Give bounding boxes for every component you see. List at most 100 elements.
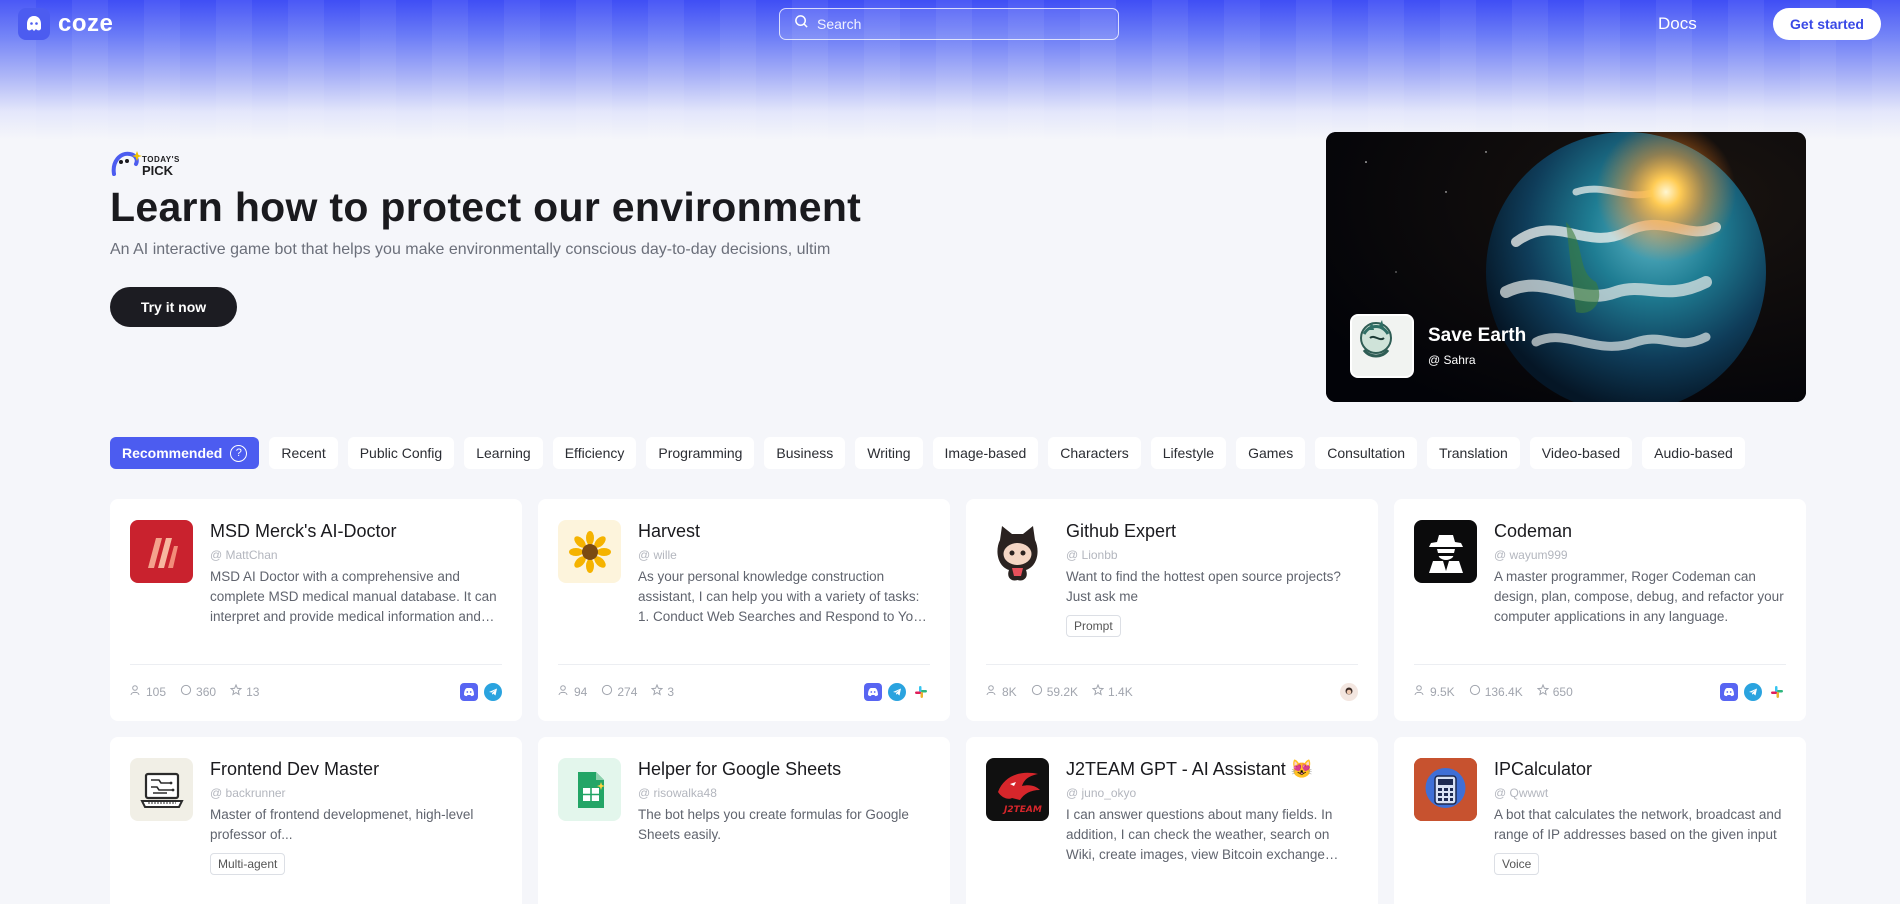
j2team-logo-icon: J2TEAM (986, 758, 1049, 821)
users-icon (986, 684, 998, 699)
messages-count: 274 (617, 684, 638, 699)
chat-bubble-icon (1469, 684, 1481, 699)
discord-icon (864, 682, 882, 701)
tab-programming[interactable]: Programming (646, 437, 755, 469)
slack-icon (1768, 683, 1786, 701)
bot-title: IPCalculator (1494, 759, 1593, 779)
users-stat: 94 (558, 684, 587, 699)
codeman-icon (1414, 520, 1477, 583)
tab-label: Recommended (122, 445, 223, 461)
tab-public-config[interactable]: Public Config (347, 437, 455, 469)
featured-bot-card[interactable]: Save Earth @ Sahra (1326, 132, 1806, 402)
msd-doctor-icon (130, 520, 193, 583)
category-tabs: Recommended ? Recent Public Config Learn… (110, 437, 1745, 469)
star-icon (651, 683, 664, 699)
bot-description: A master programmer, Roger Codeman can d… (1494, 569, 1784, 624)
bot-card[interactable]: IPCalculator @ Qwwwt A bot that calculat… (1394, 737, 1806, 904)
user-avatar-icon (1340, 682, 1358, 701)
messages-count: 360 (196, 684, 217, 699)
bot-card[interactable]: J2TEAM J2TEAM GPT - AI Assistant 😻 @ jun… (966, 737, 1378, 904)
tab-video-based[interactable]: Video-based (1529, 437, 1633, 469)
badge-big-label: PICK (142, 162, 174, 178)
tab-audio-based[interactable]: Audio-based (1642, 437, 1745, 469)
help-icon[interactable]: ? (230, 444, 248, 462)
tab-recommended[interactable]: Recommended ? (110, 437, 260, 469)
favorites-count: 13 (246, 684, 260, 699)
bot-author: @ backrunner (210, 786, 286, 800)
bot-title: Github Expert (1066, 521, 1177, 541)
docs-link[interactable]: Docs (1658, 14, 1697, 34)
tab-lifestyle[interactable]: Lifestyle (1150, 437, 1227, 469)
try-it-now-button[interactable]: Try it now (110, 287, 237, 327)
google-sheets-icon (558, 758, 621, 821)
bot-card-grid: MSD Merck's AI-Doctor @ MattChan MSD AI … (110, 499, 1806, 904)
messages-stat: 59.2K (1031, 684, 1078, 699)
tab-recent[interactable]: Recent (269, 437, 338, 469)
discord-icon (1720, 682, 1738, 701)
bot-card[interactable]: Codeman @ wayum999 A master programmer, … (1394, 499, 1806, 721)
tab-consultation[interactable]: Consultation (1315, 437, 1418, 469)
featured-bot-name: Save Earth (1428, 325, 1527, 346)
coze-logo[interactable]: coze (18, 8, 113, 40)
users-icon (130, 684, 142, 699)
tab-business[interactable]: Business (764, 437, 846, 469)
card-footer: 94 274 3 (558, 664, 930, 712)
search-input[interactable] (817, 16, 1097, 32)
bot-card[interactable]: Helper for Google Sheets @ risowalka48 T… (538, 737, 950, 904)
messages-count: 136.4K (1484, 684, 1523, 699)
bot-title: Codeman (1494, 521, 1573, 541)
bot-card[interactable]: Harvest @ wille As your personal knowled… (538, 499, 950, 721)
card-footer: 8K 59.2K 1.4K (986, 664, 1358, 712)
featured-bot-author: @ Sahra (1428, 353, 1476, 367)
tab-writing[interactable]: Writing (855, 437, 923, 469)
bot-title: Helper for Google Sheets (638, 759, 842, 779)
favorites-stat: 650 (1536, 683, 1573, 699)
todays-pick-hero: TODAY'S PICK Learn how to protect our en… (110, 148, 1330, 327)
todays-pick-icon (111, 151, 142, 176)
bot-tag: Prompt (1066, 615, 1121, 637)
favorites-count: 1.4K (1108, 684, 1133, 699)
sunflower-icon (558, 520, 621, 583)
users-count: 94 (574, 684, 588, 699)
messages-stat: 274 (601, 684, 637, 699)
tab-characters[interactable]: Characters (1048, 437, 1141, 469)
telegram-icon (888, 682, 906, 701)
bot-card[interactable]: Github Expert @ Lionbb Want to find the … (966, 499, 1378, 721)
tab-translation[interactable]: Translation (1427, 437, 1520, 469)
bot-author: @ risowalka48 (638, 786, 717, 800)
users-stat: 8K (986, 684, 1017, 699)
chat-bubble-icon (1031, 684, 1043, 699)
github-octocat-icon (986, 520, 1049, 583)
coze-logo-icon (18, 8, 50, 40)
bot-author: @ Lionbb (1066, 548, 1118, 562)
brand-name: coze (58, 10, 114, 37)
tab-efficiency[interactable]: Efficiency (552, 437, 637, 469)
bot-author: @ juno_okyo (1066, 786, 1137, 800)
favorites-stat: 1.4K (1091, 683, 1133, 699)
todays-pick-badge: TODAY'S PICK (110, 148, 1330, 178)
bot-card[interactable]: MSD Merck's AI-Doctor @ MattChan MSD AI … (110, 499, 522, 721)
slack-icon (912, 683, 930, 701)
favorites-stat: 13 (229, 683, 260, 699)
get-started-button[interactable]: Get started (1773, 8, 1881, 40)
star-icon (1536, 683, 1549, 699)
laptop-circuit-icon (130, 758, 193, 821)
bot-card[interactable]: Frontend Dev Master @ backrunner Master … (110, 737, 522, 904)
bot-description: MSD AI Doctor with a comprehensive and c… (210, 569, 497, 624)
bot-title: MSD Merck's AI-Doctor (210, 521, 397, 541)
star-icon (1091, 683, 1105, 699)
bot-description: The bot helps you create formulas for Go… (638, 807, 909, 842)
users-stat: 105 (130, 684, 166, 699)
tab-learning[interactable]: Learning (464, 437, 543, 469)
cat-emoji-icon: 😻 (1290, 759, 1314, 779)
bot-description: As your personal knowledge construction … (638, 569, 926, 624)
users-count: 9.5K (1430, 684, 1455, 699)
top-bar: coze Docs Get started (0, 0, 1900, 48)
users-count: 8K (1002, 684, 1017, 699)
search-box[interactable] (779, 8, 1119, 40)
tab-image-based[interactable]: Image-based (932, 437, 1039, 469)
users-icon (1414, 684, 1426, 699)
card-footer: 9.5K 136.4K 650 (1414, 664, 1786, 712)
save-earth-avatar (1350, 314, 1414, 378)
tab-games[interactable]: Games (1236, 437, 1306, 469)
